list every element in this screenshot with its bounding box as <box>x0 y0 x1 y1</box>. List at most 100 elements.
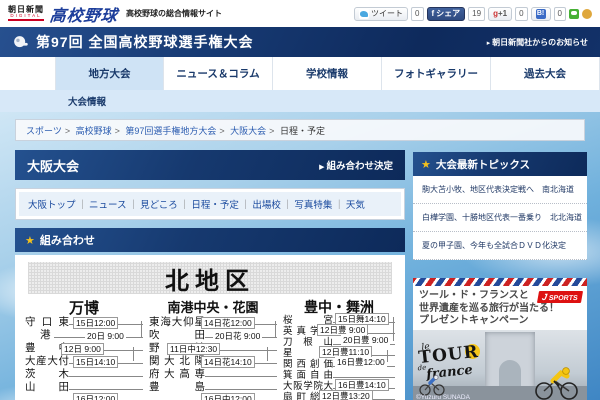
publisher-notice-link[interactable]: 朝日新聞社からのお知らせ <box>487 37 588 48</box>
tweet-button[interactable]: ツイート <box>354 7 408 21</box>
pairings-section-title: 組み合わせ <box>40 232 95 248</box>
bracket-content-box: 北地区 万博 守口東 港 豊中 大産大付 茨木 山田 15日12:00 20日 … <box>15 255 405 400</box>
subnav-schools[interactable]: 出場校 <box>239 197 281 211</box>
tournament-bracket: 万博 守口東 港 豊中 大産大付 茨木 山田 15日12:00 20日 9:00… <box>25 297 395 400</box>
star-icon <box>25 231 40 249</box>
tab-label: フォトギャラリー <box>394 66 478 81</box>
share-label: シェア <box>436 8 460 19</box>
gplus-icon: g+1 <box>493 9 507 18</box>
subnav-weather[interactable]: 天気 <box>332 197 365 211</box>
game-time: 16日12:00 <box>73 393 118 400</box>
game-time: 16日豊12:00 <box>335 357 387 367</box>
line-icon[interactable] <box>569 9 579 19</box>
star-icon <box>421 155 436 173</box>
team-name: 大産大付 <box>25 356 69 367</box>
subnav-photos[interactable]: 写真特集 <box>281 197 333 211</box>
tab-past-tournaments[interactable]: 過去大会 <box>491 57 600 90</box>
bracket-connector <box>393 317 394 341</box>
gplus-button[interactable]: g+1 <box>488 7 512 21</box>
site-title: 高校野球 <box>49 2 120 26</box>
team-row: 府大高専 <box>149 367 277 379</box>
osaka-tournament-title: 大阪大会 <box>27 156 79 175</box>
facebook-share-button[interactable]: fシェア <box>427 7 466 21</box>
bracket-line <box>205 376 277 377</box>
mixi-icon[interactable] <box>582 9 592 19</box>
tournament-titlebar: 第97回 全国高校野球選手権大会 朝日新聞社からのお知らせ <box>0 27 600 57</box>
pairings-decided-link[interactable]: 組み合わせ決定 <box>319 158 393 172</box>
osaka-subnav-box: 大阪トップ ニュース 見どころ 日程・予定 出場校 写真特集 天気 <box>15 188 405 220</box>
game-time: 14日花12:00 <box>201 317 255 329</box>
brand-logo[interactable]: 朝日新聞 DIGITAL 高校野球 高校野球の総合情報サイト <box>8 2 222 26</box>
jsports-label: SPORTS <box>548 295 578 302</box>
bracket-line <box>205 389 277 390</box>
tab-news-columns[interactable]: ニュース＆コラム <box>164 57 273 90</box>
breadcrumb-koshien[interactable]: 高校野球 <box>62 124 112 137</box>
tab-school-info[interactable]: 学校情報 <box>273 57 382 90</box>
bracket-connector <box>275 321 276 338</box>
pairings-section-bar: 組み合わせ <box>15 228 405 252</box>
bracket-column-toyonaka-maishima: 豊中・舞洲 桜宮 英真学園 刀根山 星翔 関西創価 箕面自由 大阪学院大 扇町総… <box>283 297 395 400</box>
tab-photo-gallery[interactable]: フォトギャラリー <box>382 57 491 90</box>
team-row: 茨木 <box>25 367 143 379</box>
social-buttons: ツイート 0 fシェア 19 g+1 0 B! 0 <box>354 7 592 21</box>
team-name: 山田 <box>25 382 69 393</box>
team-row: 豊島 <box>149 380 277 392</box>
hatena-button[interactable]: B! <box>531 7 551 21</box>
subnav-news[interactable]: ニュース <box>76 197 127 211</box>
breadcrumb-sports[interactable]: スポーツ <box>26 124 62 137</box>
bracket-line <box>69 389 143 390</box>
twitter-icon <box>359 9 369 19</box>
cyclist-yellow-jersey-icon <box>533 364 579 400</box>
breadcrumb-schedule: 日程・予定 <box>266 124 325 137</box>
tweet-count: 0 <box>411 7 423 21</box>
team-name: 茨木 <box>25 369 69 380</box>
bracket-column-banpaku: 万博 守口東 港 豊中 大産大付 茨木 山田 15日12:00 20日 9:00… <box>25 297 143 400</box>
team-name: 吹田 <box>149 330 205 341</box>
tab-label: 学校情報 <box>306 66 348 81</box>
facebook-icon: f <box>432 9 435 18</box>
site-subtitle: 高校野球の総合情報サイト <box>126 8 222 19</box>
topic-item[interactable]: 白樺学園、十勝地区代表一番乗り 北北海道 <box>413 204 587 232</box>
share-count: 19 <box>468 7 485 21</box>
photo-credit: ©Yuzuru SUNADA <box>416 394 470 400</box>
topic-item[interactable]: 夏の甲子園、今年も全試合ＤＶＤ化決定 <box>413 232 587 260</box>
bracket-line <box>333 377 395 378</box>
bracket-connector <box>387 350 388 362</box>
brand-digital-label: DIGITAL <box>8 14 44 19</box>
topics-list: 駒大苫小牧、地区代表決定戦へ 南北海道 白樺学園、十勝地区代表一番乗り 北北海道… <box>413 176 587 260</box>
bracket-column-nanko-hanazono: 南港中央・花園 東海大仰星 吹田 野崎 関大北陽 府大高専 豊島 14日花12:… <box>149 297 277 400</box>
main-nav-tabs: 地方大会 ニュース＆コラム 学校情報 フォトギャラリー 過去大会 <box>0 57 600 90</box>
gplus-count: 0 <box>515 7 527 21</box>
breadcrumb-osaka[interactable]: 大阪大会 <box>216 124 266 137</box>
breadcrumb-97th-regional[interactable]: 第97回選手権地方大会 <box>112 124 217 137</box>
bracket-connector <box>141 321 142 338</box>
game-time: 11日中12:30 <box>167 343 220 355</box>
osaka-subnav: 大阪トップ ニュース 見どころ 日程・予定 出場校 写真特集 天気 <box>19 192 401 216</box>
game-time: 20日 9:00 <box>85 331 126 341</box>
ad-photo: le TOUR de france ©Yuzuru SUNADA <box>413 330 587 400</box>
jsports-logo: JSPORTS <box>537 291 583 303</box>
topic-item[interactable]: 駒大苫小牧、地区代表決定戦へ 南北海道 <box>413 176 587 204</box>
bracket-connector <box>267 347 268 361</box>
game-time: 20日豊 9:00 <box>341 335 390 345</box>
subnav-highlights[interactable]: 見どころ <box>127 197 178 211</box>
hatena-icon: B! <box>536 9 546 19</box>
team-name: 東海大仰星 <box>149 317 205 328</box>
subnav-schedule[interactable]: 日程・予定 <box>178 197 239 211</box>
district-banner: 北地区 <box>28 262 392 294</box>
tab-regional-tournaments[interactable]: 地方大会 <box>55 57 164 90</box>
bracket-line <box>69 376 143 377</box>
team-name: 守口東 <box>25 317 69 328</box>
ad-text: ツール・ド・フランスと 世界遺産を巡る旅行が当たる！ プレゼントキャンペーン J… <box>413 286 587 330</box>
ad-line-3: プレゼントキャンペーン <box>419 315 581 328</box>
subnav-osaka-top[interactable]: 大阪トップ <box>28 197 76 211</box>
team-name: 関大北陽 <box>149 356 205 367</box>
tour-de-france-ad-banner[interactable]: ツール・ド・フランスと 世界遺産を巡る旅行が当たる！ プレゼントキャンペーン J… <box>413 278 587 400</box>
asahi-logo: 朝日新聞 DIGITAL <box>8 6 44 22</box>
tab-label: ニュース＆コラム <box>176 66 259 81</box>
game-time: 15日14:10 <box>73 356 118 368</box>
tournament-main-title: 第97回 全国高校野球選手権大会 <box>36 32 253 52</box>
tab-label: 地方大会 <box>89 66 131 81</box>
tweet-label: ツイート <box>371 8 403 19</box>
game-time: 12日豊13:20 <box>319 390 373 400</box>
